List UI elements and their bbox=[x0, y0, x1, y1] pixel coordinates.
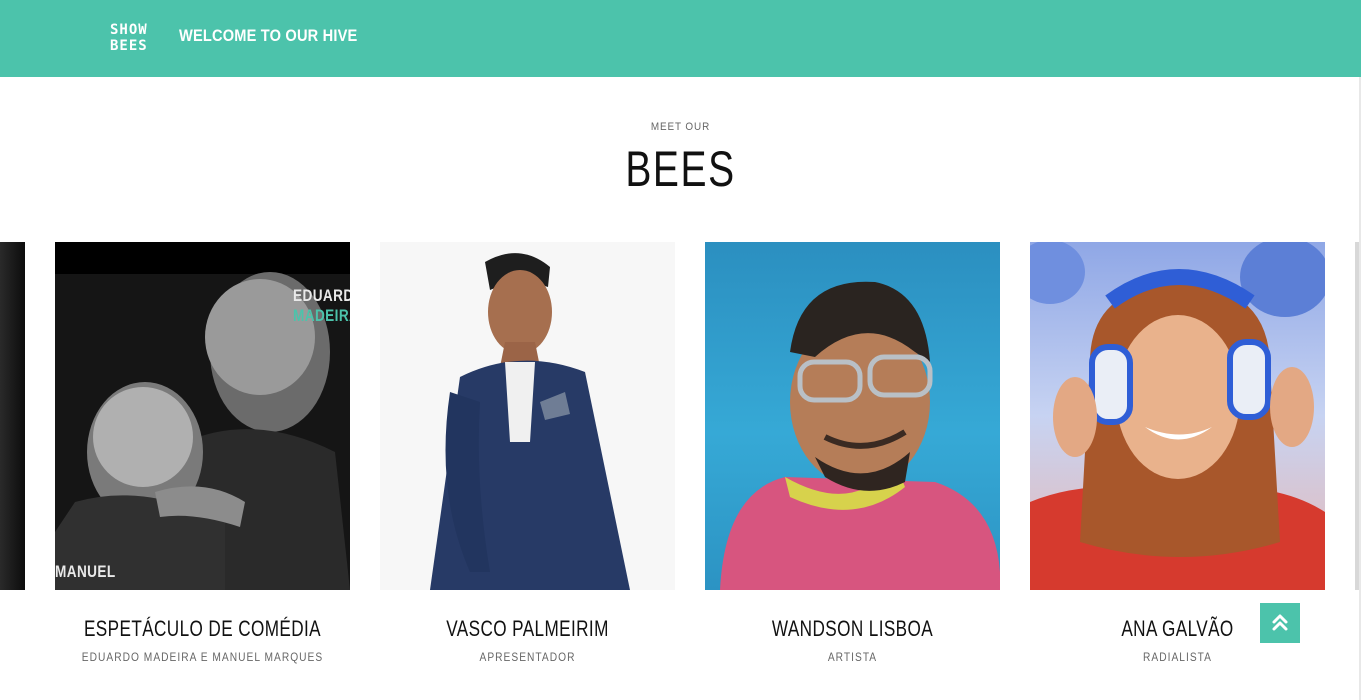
bee-role: RADIALISTA bbox=[1143, 650, 1212, 664]
photo-caption-manuel: MANUEL bbox=[55, 562, 116, 581]
man-in-blue-suit-illustration bbox=[380, 242, 675, 590]
photo-caption-eduardo: EDUARDO bbox=[293, 286, 350, 305]
bee-role: APRESENTADOR bbox=[479, 650, 576, 664]
bee-photo bbox=[380, 242, 675, 590]
scroll-to-top-button[interactable] bbox=[1260, 603, 1300, 643]
section-eyebrow: MEET OUR bbox=[650, 121, 711, 133]
bee-card[interactable]: ANA GALVÃO RADIALISTA bbox=[1030, 242, 1325, 664]
photo-caption-madeira: MADEIRA bbox=[293, 306, 350, 325]
bee-card[interactable]: EDUARDO MADEIRA MANUEL ESPETÁCULO DE COM… bbox=[55, 242, 350, 664]
bee-card[interactable]: WANDSON LISBOA ARTISTA bbox=[705, 242, 1000, 664]
bee-card[interactable]: VASCO PALMEIRIM APRESENTADOR bbox=[380, 242, 675, 664]
logo-line-1: SHOW bbox=[110, 22, 148, 38]
bee-name[interactable]: VASCO PALMEIRIM bbox=[381, 616, 674, 642]
bee-name[interactable]: WANDSON LISBOA bbox=[706, 616, 999, 642]
top-bar: SHOW BEES WELCOME TO OUR HIVE bbox=[0, 0, 1361, 77]
bee-photo bbox=[1030, 242, 1325, 590]
logo-line-2: BEES bbox=[110, 38, 148, 54]
double-chevron-up-icon bbox=[1272, 614, 1288, 631]
section-title: BEES bbox=[625, 141, 736, 197]
bee-photo: EDUARDO MADEIRA MANUEL bbox=[55, 242, 350, 590]
bee-role: ARTISTA bbox=[827, 650, 878, 664]
carousel-prev-card-edge bbox=[0, 242, 25, 590]
man-with-glasses-illustration bbox=[720, 281, 1000, 590]
bee-name[interactable]: ESPETÁCULO DE COMÉDIA bbox=[56, 616, 349, 642]
bee-role: EDUARDO MADEIRA E MANUEL MARQUES bbox=[81, 650, 324, 664]
bee-photo bbox=[705, 242, 1000, 590]
woman-with-headphones-illustration bbox=[1030, 242, 1325, 590]
showbees-logo[interactable]: SHOW BEES bbox=[110, 20, 162, 56]
welcome-tagline: WELCOME TO OUR HIVE bbox=[179, 26, 358, 45]
